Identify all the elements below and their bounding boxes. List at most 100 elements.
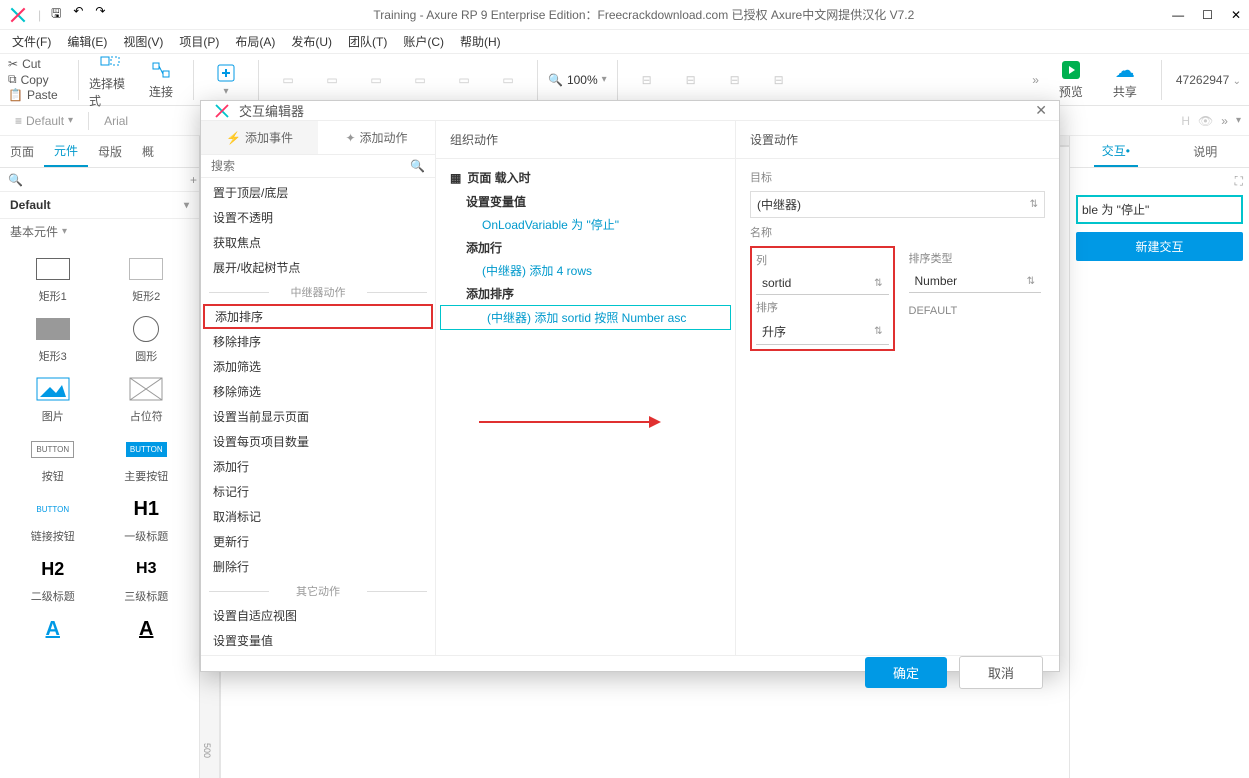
- connect-button[interactable]: 连接: [139, 59, 183, 100]
- action-item[interactable]: 获取焦点: [201, 230, 435, 255]
- align-tool-1[interactable]: ▭: [269, 73, 307, 87]
- more-icon[interactable]: »: [1032, 73, 1039, 87]
- shape-primarybtn[interactable]: BUTTON主要按钮: [102, 432, 192, 488]
- redo-icon[interactable]: ↷: [95, 4, 105, 25]
- shape-h2[interactable]: H2二级标题: [8, 552, 98, 608]
- add-icon[interactable]: +: [190, 173, 197, 187]
- action-item[interactable]: 删除行: [201, 554, 435, 579]
- action-item[interactable]: 取消标记: [201, 504, 435, 529]
- new-interaction-button[interactable]: 新建交互: [1076, 232, 1243, 261]
- library-name[interactable]: Default▾: [0, 192, 199, 219]
- library-search-input[interactable]: [29, 173, 184, 187]
- align-tool-2[interactable]: ▭: [313, 73, 351, 87]
- tab-notes[interactable]: 说明: [1185, 137, 1225, 166]
- undo-icon[interactable]: ↶: [73, 4, 83, 25]
- col-field[interactable]: sortid⇅: [756, 272, 889, 295]
- distribute-3[interactable]: ⊟: [716, 73, 754, 87]
- insert-button[interactable]: ▾: [204, 62, 248, 97]
- shape-linkbtn[interactable]: BUTTON链接按钮: [8, 492, 98, 548]
- ok-button[interactable]: 确定: [865, 657, 947, 688]
- menu-team[interactable]: 团队(T): [344, 31, 391, 52]
- action-item[interactable]: 添加排序: [203, 304, 433, 329]
- menu-publish[interactable]: 发布(U): [287, 31, 336, 52]
- org-node-1-detail[interactable]: (中继器) 添加 4 rows: [436, 259, 735, 282]
- shape-image[interactable]: 图片: [8, 372, 98, 428]
- action-item[interactable]: 设置当前显示页面: [201, 404, 435, 429]
- align-tool-4[interactable]: ▭: [401, 73, 439, 87]
- close-window-icon[interactable]: ✕: [1231, 8, 1241, 22]
- library-section[interactable]: 基本元件▾: [0, 219, 199, 244]
- tab-outline[interactable]: 概: [132, 137, 164, 166]
- action-item[interactable]: 设置自适应视图: [201, 603, 435, 628]
- interaction-summary-box[interactable]: ble 为 "停止": [1076, 195, 1243, 224]
- cut-button[interactable]: ✂Cut: [8, 57, 68, 71]
- menu-account[interactable]: 账户(C): [399, 31, 448, 52]
- target-field[interactable]: (中继器)⇅: [750, 191, 1045, 218]
- action-item[interactable]: 展开/收起树节点: [201, 255, 435, 280]
- save-icon[interactable]: 🖫: [51, 4, 61, 25]
- shape-h1[interactable]: H1一级标题: [102, 492, 192, 548]
- org-node-2-header[interactable]: 添加排序: [436, 282, 735, 305]
- action-search-input[interactable]: [211, 159, 410, 173]
- tab-add-action[interactable]: ✦添加动作: [318, 121, 435, 154]
- action-item[interactable]: 置于顶层/底层: [201, 180, 435, 205]
- chevron-down-icon[interactable]: ▾: [1236, 115, 1241, 126]
- shape-rect1[interactable]: 矩形1: [8, 252, 98, 308]
- shape-placeholder[interactable]: 占位符: [102, 372, 192, 428]
- menu-layout[interactable]: 布局(A): [231, 31, 279, 52]
- tab-add-event[interactable]: ⚡添加事件: [201, 121, 318, 154]
- org-node-0-header[interactable]: 设置变量值: [436, 190, 735, 213]
- org-node-0-detail[interactable]: OnLoadVariable 为 "停止": [436, 213, 735, 236]
- select-mode-button[interactable]: 选择模式: [89, 51, 133, 109]
- shape-text1[interactable]: A: [8, 612, 98, 646]
- shape-circle[interactable]: 圆形: [102, 312, 192, 368]
- menu-file[interactable]: 文件(F): [8, 31, 55, 52]
- tab-interactions[interactable]: 交互•: [1094, 136, 1138, 167]
- menu-help[interactable]: 帮助(H): [456, 31, 505, 52]
- action-item[interactable]: 更新行: [201, 529, 435, 554]
- action-item[interactable]: 添加筛选: [201, 354, 435, 379]
- tab-master[interactable]: 母版: [88, 137, 132, 166]
- shape-rect3[interactable]: 矩形3: [8, 312, 98, 368]
- menu-edit[interactable]: 编辑(E): [63, 31, 111, 52]
- minimize-icon[interactable]: —: [1172, 8, 1184, 22]
- order-field[interactable]: 升序⇅: [756, 319, 889, 345]
- distribute-2[interactable]: ⊟: [672, 73, 710, 87]
- visibility-icon[interactable]: 👁: [1198, 114, 1213, 128]
- action-item[interactable]: 移除筛选: [201, 379, 435, 404]
- org-node-1-header[interactable]: 添加行: [436, 236, 735, 259]
- shape-h3[interactable]: H3三级标题: [102, 552, 192, 608]
- distribute-4[interactable]: ⊟: [760, 73, 798, 87]
- cancel-button[interactable]: 取消: [959, 656, 1043, 689]
- distribute-1[interactable]: ⊟: [628, 73, 666, 87]
- action-item[interactable]: 设置不透明: [201, 205, 435, 230]
- share-button[interactable]: ☁共享: [1103, 59, 1147, 100]
- zoom-control[interactable]: 🔍100%▾: [548, 73, 607, 87]
- maximize-icon[interactable]: ☐: [1202, 8, 1213, 22]
- paste-button[interactable]: 📋Paste: [8, 88, 68, 102]
- shape-text2[interactable]: A: [102, 612, 192, 646]
- action-item[interactable]: 设置变量值: [201, 628, 435, 653]
- action-item[interactable]: 移除排序: [201, 329, 435, 354]
- menu-view[interactable]: 视图(V): [119, 31, 167, 52]
- tab-page[interactable]: 页面: [0, 137, 44, 166]
- account-number[interactable]: 47262947 ⌄: [1176, 73, 1241, 87]
- align-tool-6[interactable]: ▭: [489, 73, 527, 87]
- align-tool-5[interactable]: ▭: [445, 73, 483, 87]
- style-selector[interactable]: ≡Default▾: [8, 111, 80, 131]
- dialog-close-icon[interactable]: ✕: [1035, 102, 1047, 119]
- shape-button[interactable]: BUTTON按钮: [8, 432, 98, 488]
- action-item[interactable]: 添加行: [201, 454, 435, 479]
- more-format-icon[interactable]: »: [1221, 114, 1228, 128]
- org-node-2-detail[interactable]: (中继器) 添加 sortid 按照 Number asc: [440, 305, 731, 330]
- copy-button[interactable]: ⧉Copy: [8, 72, 68, 87]
- preview-button[interactable]: 预览: [1049, 59, 1093, 100]
- action-item[interactable]: 设置每页项目数量: [201, 429, 435, 454]
- font-selector[interactable]: Arial: [97, 111, 135, 131]
- align-tool-3[interactable]: ▭: [357, 73, 395, 87]
- shape-rect2[interactable]: 矩形2: [102, 252, 192, 308]
- type-field[interactable]: Number⇅: [909, 270, 1042, 293]
- org-root[interactable]: ▦页面 载入时: [436, 165, 735, 190]
- menu-project[interactable]: 项目(P): [175, 31, 223, 52]
- expand-icon[interactable]: ⛶: [1235, 174, 1243, 189]
